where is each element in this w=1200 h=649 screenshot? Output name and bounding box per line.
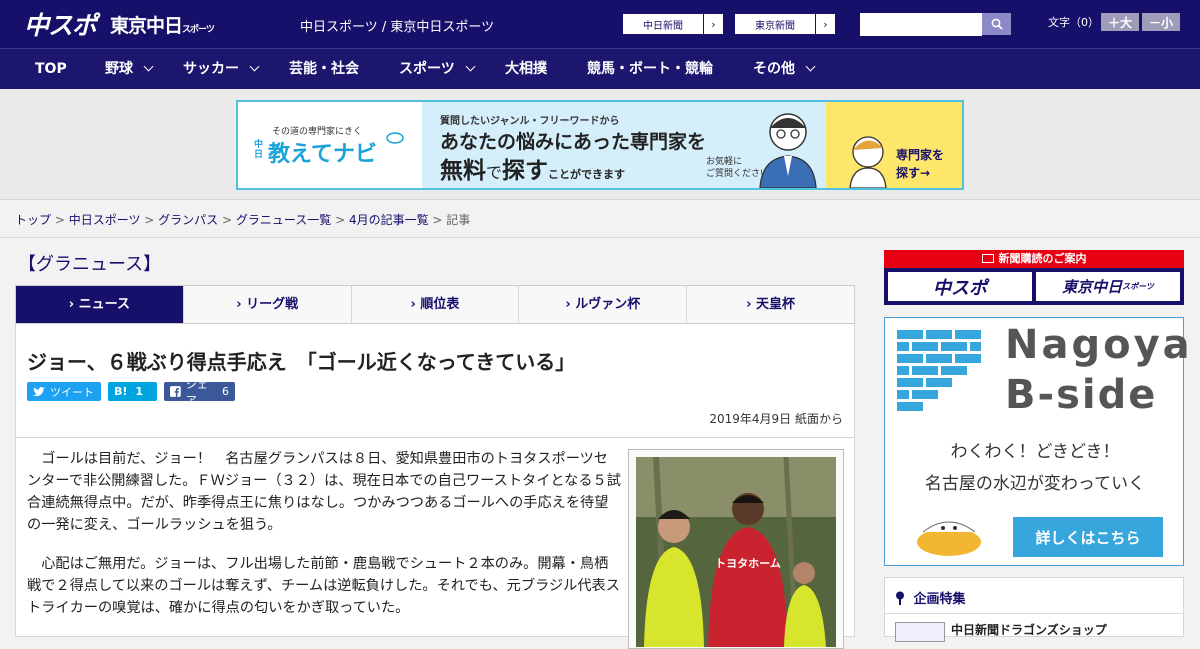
site-title[interactable]: 中日スポーツ / 東京中日スポーツ: [300, 16, 494, 35]
feature-box: 企画特集 中日新聞ドラゴンズショップ: [884, 577, 1185, 642]
bside-subtitle: 名古屋の水辺が変わっていく: [924, 474, 1146, 494]
tokyo-shimbun-button[interactable]: 東京新聞 ›: [734, 13, 836, 35]
tweet-button[interactable]: ツイート: [27, 382, 101, 401]
tab-emperors-cup[interactable]: › 天皇杯: [687, 286, 854, 323]
nav-item-soccer[interactable]: サッカー: [183, 49, 260, 89]
subscribe-tokyo-chunichi-button[interactable]: 東京中日 スポーツ: [1036, 272, 1180, 301]
chevron-right-icon: ›: [815, 14, 835, 34]
divider: [885, 613, 1185, 614]
pin-icon: [896, 591, 904, 605]
bside-title-nagoya: Nagoya: [1005, 322, 1193, 368]
subscription-guide: 新聞購読のご案内 中スポ 東京中日 スポーツ: [884, 250, 1184, 305]
bside-details-button[interactable]: 詳しくはこちら: [1013, 517, 1163, 557]
ad-message-panel: 質問したいジャンル・フリーワードから あなたの悩みにあった専門家を 無料で探すこ…: [422, 102, 826, 188]
hatena-bookmark-button[interactable]: B! 1: [108, 382, 157, 401]
section-title: 【グラニュース】: [18, 254, 162, 275]
ad-cta-panel: 専門家を 探す→: [826, 102, 962, 188]
breadcrumb-current: 記事: [446, 213, 471, 227]
tab-levain-cup[interactable]: › ルヴァン杯: [519, 286, 688, 323]
article-paragraph: ゴールは目前だ、ジョー！ 名古屋グランパスは８日、愛知県豊田市のトヨタスポーツセ…: [27, 451, 621, 533]
twitter-bird-icon: [33, 386, 45, 396]
players-photo-illustration: トヨタホーム: [636, 457, 836, 647]
ad-brand-panel: その道の専門家にきく 中日 教えてナビ: [238, 102, 422, 188]
article-photo[interactable]: トヨタホーム: [628, 449, 844, 649]
breadcrumb-grampus[interactable]: グランパス: [158, 213, 218, 227]
subscription-caption: 新聞購読のご案内: [884, 250, 1184, 268]
person-illustration: [849, 136, 887, 188]
feature-thumbnail[interactable]: [895, 622, 945, 642]
logo-tokyo-chunichi[interactable]: 東京中日スポーツ: [110, 11, 215, 38]
bside-title-bside: B-side: [1005, 372, 1158, 418]
article-paragraph: 心配はご無用だ。ジョーは、フル出場した前節・鹿島戦でシュート２本のみ。開幕・鳥栖…: [27, 556, 620, 616]
nagoya-bside-ad[interactable]: Nagoya B-side わくわく！どきどき！ 名古屋の水辺が変わっていく 詳…: [884, 317, 1190, 566]
expert-illustration: [759, 113, 817, 188]
nav-item-top[interactable]: TOP: [35, 49, 67, 89]
bside-tagline: わくわく！どきどき！: [950, 442, 1120, 462]
breadcrumb-chunichi-sports[interactable]: 中日スポーツ: [69, 213, 141, 227]
search-input[interactable]: [860, 14, 982, 36]
breadcrumb-april-list[interactable]: 4月の記事一覧: [349, 213, 429, 227]
chevron-right-icon: ›: [703, 14, 723, 34]
tab-league[interactable]: › リーグ戦: [184, 286, 352, 323]
font-bigger-button[interactable]: ＋大: [1101, 13, 1139, 31]
nav-item-baseball[interactable]: 野球: [105, 49, 154, 89]
site-header: 中スポ 東京中日スポーツ 中日スポーツ / 東京中日スポーツ 中日新聞 › 東京…: [0, 0, 1200, 48]
ad-bar: その道の専門家にきく 中日 教えてナビ 質問したいジャンル・フリーワードから あ…: [0, 89, 1200, 200]
article-body: ゴールは目前だ、ジョー！ 名古屋グランパスは８日、愛知県豊田市のトヨタスポーツセ…: [15, 437, 855, 649]
chat-bubble-icon: [386, 132, 404, 144]
search-button[interactable]: [982, 13, 1011, 35]
nav-item-entertainment[interactable]: 芸能・社会: [289, 49, 359, 89]
chevron-down-icon: [249, 61, 260, 72]
breadcrumb-top[interactable]: トップ: [15, 213, 51, 227]
chevron-down-icon: [465, 61, 476, 72]
oshiete-navi-ad[interactable]: その道の専門家にきく 中日 教えてナビ 質問したいジャンル・フリーワードから あ…: [236, 100, 964, 190]
nav-item-other[interactable]: その他: [753, 49, 816, 89]
tab-standings[interactable]: › 順位表: [352, 286, 520, 323]
logo-chuspo[interactable]: 中スポ: [24, 6, 97, 42]
font-smaller-button[interactable]: －小: [1142, 13, 1180, 31]
facebook-icon: [170, 386, 181, 397]
photo-shirt-text: トヨタホーム: [715, 557, 781, 570]
nav-item-racing[interactable]: 競馬・ボート・競輪: [587, 49, 713, 89]
article-photo-image: トヨタホーム: [636, 457, 836, 647]
search-box: [860, 13, 1011, 36]
newspaper-icon: [981, 254, 994, 263]
hatena-icon: B!: [114, 385, 128, 398]
category-tabs: › ニュース › リーグ戦 › 順位表 › ルヴァン杯 › 天皇杯: [15, 285, 855, 324]
feature-heading: 企画特集: [895, 588, 966, 607]
breadcrumb-gra-news-list[interactable]: グラニュース一覧: [236, 213, 331, 227]
nav-item-sumo[interactable]: 大相撲: [505, 49, 547, 89]
article-headline: ジョー、６戦ぶり得点手応え 「ゴール近くなってきている」: [27, 350, 576, 374]
font-size-label: 文字（0）: [1048, 16, 1099, 29]
search-icon: [991, 18, 1003, 30]
tab-news[interactable]: › ニュース: [16, 286, 184, 323]
subscribe-chuspo-button[interactable]: 中スポ: [888, 272, 1032, 301]
nav-item-sports[interactable]: スポーツ: [399, 49, 476, 89]
chevron-down-icon: [805, 61, 816, 72]
chunichi-shimbun-button[interactable]: 中日新聞 ›: [622, 13, 724, 35]
article-date: 2019年4月9日 紙面から: [709, 412, 843, 426]
facebook-share-button[interactable]: シェア 6: [164, 378, 235, 407]
main-nav: TOP 野球 サッカー 芸能・社会 スポーツ 大相撲 競馬・ボート・競輪 その他: [0, 48, 1200, 89]
ebi-fry-mascot-icon: [917, 521, 981, 556]
breadcrumb: トップ > 中日スポーツ > グランパス > グラニュース一覧 > 4月の記事一…: [0, 200, 1200, 238]
article-header: ジョー、６戦ぶり得点手応え 「ゴール近くなってきている」 ツイート B! 1 シ…: [15, 324, 855, 438]
chevron-down-icon: [143, 61, 154, 72]
brick-wall-icon: [897, 330, 981, 411]
